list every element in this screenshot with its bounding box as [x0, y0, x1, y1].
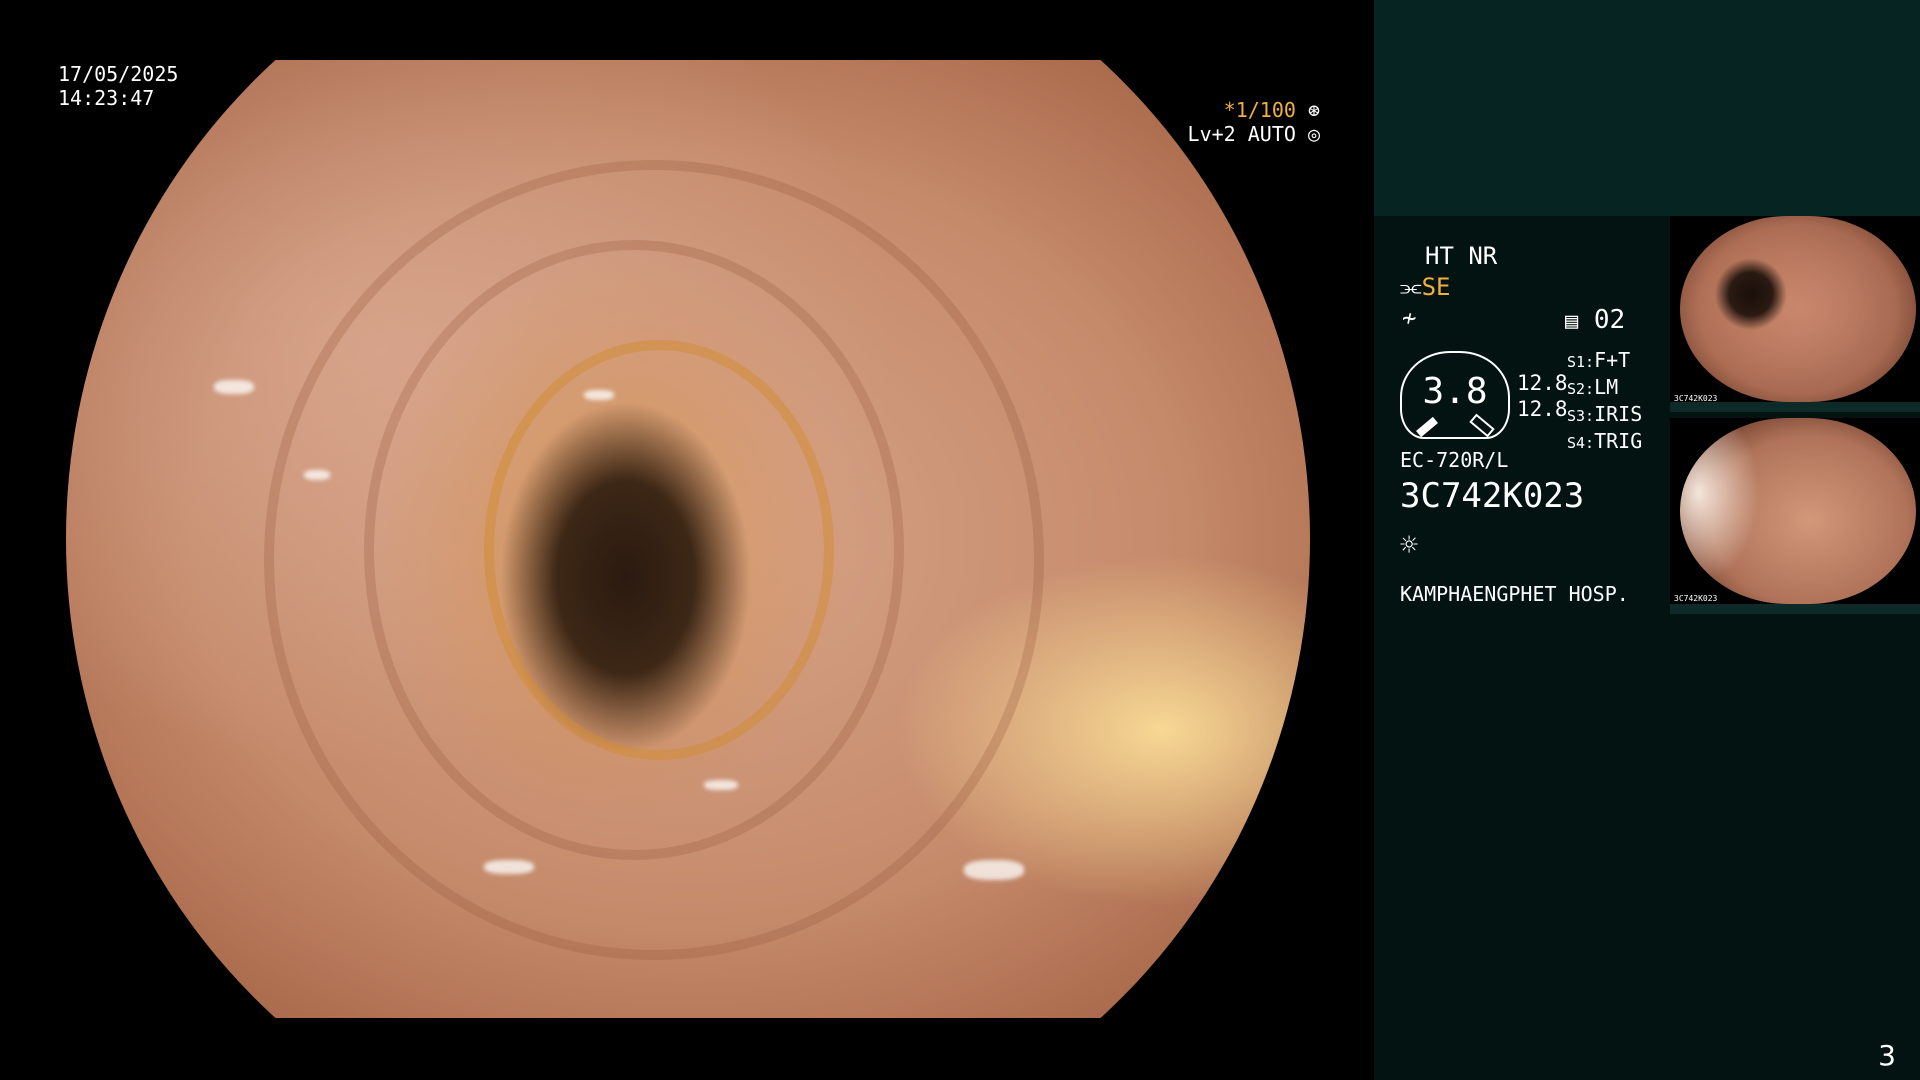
auto-iris-icon: ◎ [1307, 122, 1320, 146]
light-source-icon: ☼ [1400, 528, 1419, 563]
shutter-value: *1/100 [1223, 98, 1296, 122]
thumbnail-image [1680, 418, 1916, 604]
aperture-icon: ⊛ [1307, 98, 1320, 122]
thumbnail-bar [1670, 604, 1920, 614]
color-curve-icon: ≁ [1402, 304, 1417, 332]
hospital-name: KAMPHAENGPHET HOSP. [1400, 582, 1629, 606]
thumbnail-image [1680, 216, 1916, 402]
level-line: Lv+2 AUTO ◎ [1188, 122, 1320, 146]
specular-highlight [214, 380, 254, 394]
time-text: 14:23:47 [58, 86, 155, 110]
brightness-gauge: 3.8 [1400, 351, 1510, 439]
memory-icon: ▤ [1565, 309, 1579, 334]
thumbnail-caption: 3C742K023 [1674, 394, 1718, 403]
captured-thumbnail[interactable]: 3C742K023 [1670, 216, 1920, 412]
scope-serial: 3C742K023 [1400, 476, 1585, 516]
captured-thumbnail[interactable]: 3C742K023 [1670, 418, 1920, 614]
switch-assignments: S1:F+T S2:LM S3:IRIS S4:TRIG [1567, 348, 1642, 456]
switch-row: S1:F+T [1567, 348, 1631, 372]
thumbnail-bar [1670, 402, 1920, 412]
memory-value: 02 [1593, 305, 1626, 335]
gauge-readings: 12.8 12.8 [1517, 370, 1568, 422]
endoscope-main-view: 17/05/2025 14:23:47 *1/100 ⊛ Lv+2 AUTO ◎ [0, 0, 1374, 1080]
gauge-marker-left [1416, 416, 1438, 438]
specular-highlight [704, 780, 738, 790]
enhancement-icon: ⫘ [1400, 273, 1422, 301]
specular-highlight [304, 470, 330, 480]
datetime-display: 17/05/2025 14:23:47 [58, 62, 178, 110]
scope-model: EC-720R/L [1400, 448, 1509, 472]
endoscopic-image [66, 60, 1310, 1018]
exposure-display: *1/100 ⊛ Lv+2 AUTO ◎ [1188, 98, 1320, 146]
specular-highlight [584, 390, 614, 400]
gauge-reading: 12.8 [1517, 397, 1568, 421]
gauge-marker-right [1469, 413, 1495, 438]
gauge-value: 3.8 [1422, 371, 1488, 412]
switch-row: S4:TRIG [1567, 429, 1643, 453]
page-number: 3 [1878, 1039, 1896, 1072]
switch-row: S2:LM [1567, 375, 1619, 399]
switch-row: S3:IRIS [1567, 402, 1643, 426]
side-panel-header [1374, 0, 1920, 216]
shutter-line: *1/100 ⊛ [1188, 98, 1320, 122]
level-value: Lv+2 AUTO [1187, 122, 1296, 146]
memory-indicator: ▤ 02 [1565, 305, 1625, 335]
specular-highlight [484, 860, 534, 874]
mucosal-fold [484, 340, 834, 760]
thumbnail-caption: 3C742K023 [1674, 594, 1718, 603]
specular-highlight [964, 860, 1024, 880]
noise-reduction-mode: HT NR [1425, 242, 1498, 270]
se-label: SE [1421, 273, 1451, 301]
date-text: 17/05/2025 [58, 62, 179, 86]
structure-enhancement: ⫘SE [1400, 273, 1451, 301]
gauge-reading: 12.8 [1517, 371, 1568, 395]
